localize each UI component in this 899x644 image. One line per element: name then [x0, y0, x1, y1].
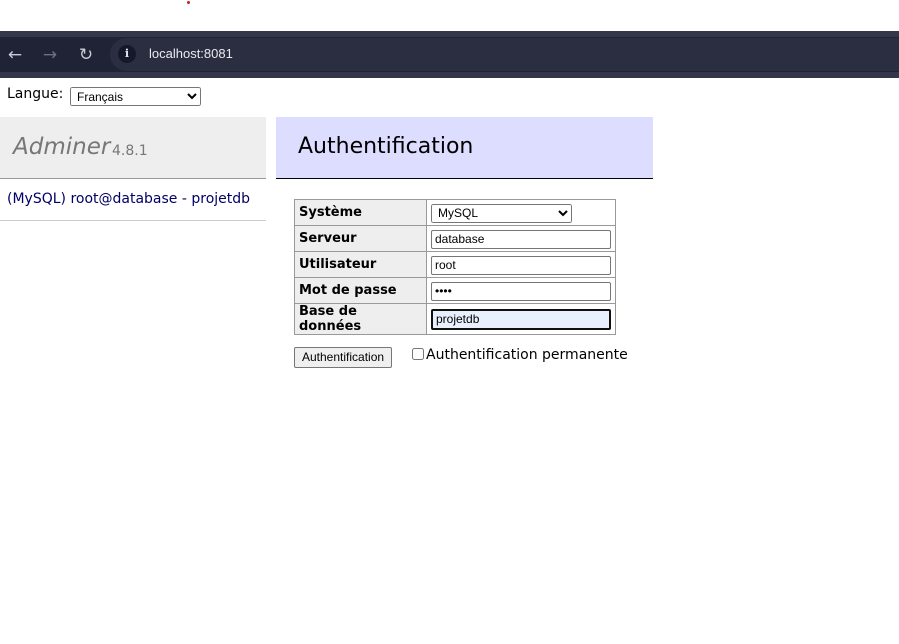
- form-row-user: Utilisateur: [294, 251, 616, 278]
- arrow-right-icon: →: [42, 45, 58, 65]
- database-cell: [426, 303, 616, 335]
- database-label: Base de données: [294, 303, 427, 335]
- connection-link[interactable]: (MySQL) root@database - projetdb: [7, 191, 250, 207]
- main-content: Authentification: [276, 117, 653, 179]
- page-header: Authentification: [276, 117, 653, 179]
- form-row-system: Système MySQL: [294, 199, 616, 226]
- page-title: Authentification: [298, 134, 474, 159]
- browser-toolbar-inner: ← → ↻ i localhost:8081: [0, 37, 899, 72]
- reload-button[interactable]: ↻: [73, 43, 99, 67]
- app-version: 4.8.1: [112, 143, 148, 159]
- red-dot: [187, 1, 190, 4]
- permanent-login-label[interactable]: Authentification permanente: [426, 347, 628, 363]
- user-input[interactable]: [431, 255, 611, 275]
- info-icon[interactable]: i: [118, 45, 136, 63]
- address-bar[interactable]: i localhost:8081: [110, 38, 899, 71]
- language-select[interactable]: Français: [70, 87, 201, 106]
- sidebar-menu: Adminer 4.8.1 (MySQL) root@database - pr…: [0, 117, 266, 221]
- system-label: Système: [294, 199, 427, 226]
- server-label: Serveur: [294, 225, 427, 252]
- back-button[interactable]: ←: [2, 43, 28, 67]
- password-input[interactable]: [431, 281, 611, 301]
- form-row-database: Base de données: [294, 303, 616, 335]
- password-label: Mot de passe: [294, 277, 427, 304]
- user-label: Utilisateur: [294, 251, 427, 278]
- system-cell: MySQL: [426, 199, 616, 226]
- top-strip: [0, 0, 899, 31]
- permanent-login-row: Authentification permanente: [410, 347, 628, 363]
- permanent-login-checkbox[interactable]: [412, 348, 424, 360]
- server-cell: [426, 225, 616, 252]
- server-input[interactable]: [431, 229, 611, 249]
- sidebar-header: Adminer 4.8.1: [0, 117, 266, 179]
- browser-toolbar: ← → ↻ i localhost:8081: [0, 31, 899, 78]
- language-label: Langue:: [7, 86, 64, 102]
- arrow-left-icon: ←: [7, 45, 23, 65]
- submit-row: Authentification: [294, 346, 393, 368]
- database-input[interactable]: [431, 308, 611, 330]
- user-cell: [426, 251, 616, 278]
- reload-icon: ↻: [78, 45, 94, 65]
- app-name-link[interactable]: Adminer: [13, 134, 110, 160]
- language-selector: Langue: Français: [7, 86, 201, 106]
- forward-button[interactable]: →: [37, 43, 63, 67]
- url-text[interactable]: localhost:8081: [149, 46, 233, 61]
- sidebar-connection: (MySQL) root@database - projetdb: [0, 179, 266, 221]
- system-select[interactable]: MySQL: [431, 203, 572, 223]
- password-cell: [426, 277, 616, 304]
- login-button[interactable]: Authentification: [294, 346, 393, 368]
- form-row-password: Mot de passe: [294, 277, 616, 304]
- form-row-server: Serveur: [294, 225, 616, 252]
- login-form-table: Système MySQL Serveur Utilisateur Mot de…: [294, 199, 616, 335]
